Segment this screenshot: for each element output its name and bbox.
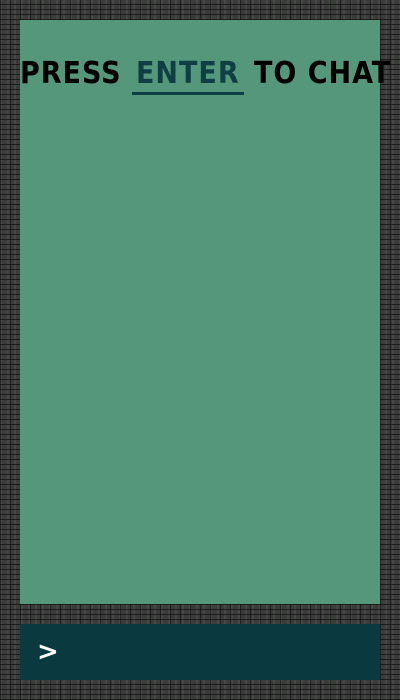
enter-key-label: ENTER (131, 56, 244, 95)
chat-input-bar[interactable]: > (20, 624, 380, 680)
chat-panel: PRESS ENTER TO CHAT (20, 20, 390, 604)
chat-input[interactable] (58, 624, 380, 680)
prompt-symbol: > (37, 637, 59, 667)
title-prefix: PRESS (20, 56, 122, 91)
chat-instruction-title: PRESS ENTER TO CHAT (20, 54, 390, 95)
title-suffix: TO CHAT (254, 56, 392, 91)
